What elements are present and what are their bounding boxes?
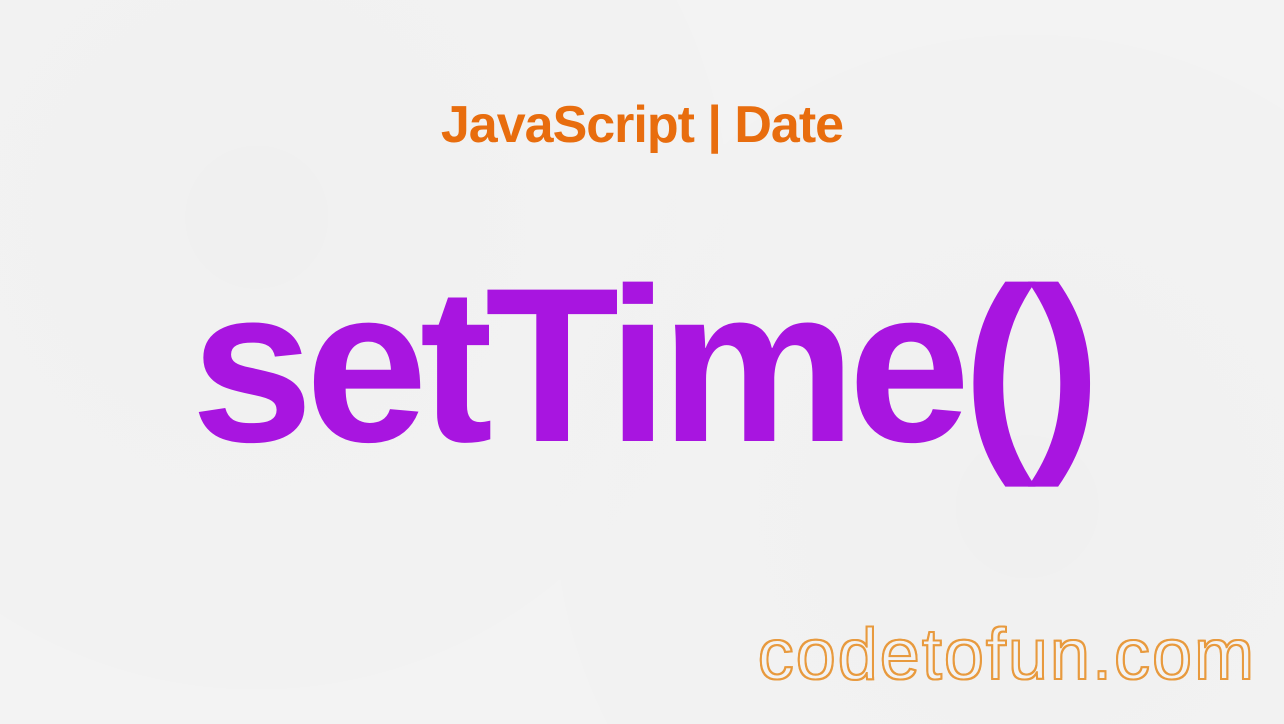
brand-watermark: codetofun.com (758, 614, 1256, 696)
method-title: setTime() (0, 255, 1284, 475)
category-subtitle: JavaScript | Date (0, 95, 1284, 155)
